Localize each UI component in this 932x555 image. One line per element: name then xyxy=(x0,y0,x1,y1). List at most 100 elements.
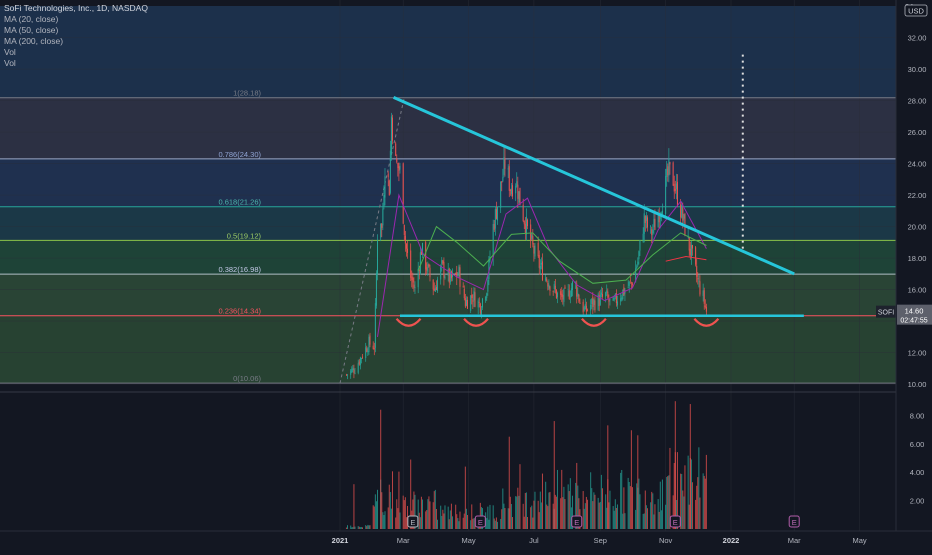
volume-bar xyxy=(354,526,356,529)
price-axis-tick: 24.00 xyxy=(908,160,927,169)
indicator-ma50[interactable]: MA (50, close) xyxy=(4,25,148,36)
candle-body xyxy=(666,168,668,177)
volume-bar xyxy=(376,489,378,529)
volume-bar xyxy=(455,504,457,529)
volume-bar xyxy=(440,505,442,529)
volume-bar xyxy=(601,488,603,529)
candle-body xyxy=(486,293,488,298)
fib-level-label: 0(10.06) xyxy=(233,374,261,383)
time-axis-tick: Jul xyxy=(529,536,539,545)
volume-bar xyxy=(605,494,607,529)
candle-body xyxy=(638,251,640,260)
chart-title[interactable]: SoFi Technologies, Inc., 1D, NASDAQ xyxy=(4,3,148,14)
candle-body xyxy=(435,286,437,291)
volume-bar xyxy=(443,513,445,529)
candle-body xyxy=(508,166,510,191)
volume-bar xyxy=(691,482,693,529)
volume-bar xyxy=(590,472,592,529)
volume-bar xyxy=(486,518,488,529)
candle-body xyxy=(691,245,693,249)
volume-bar xyxy=(667,476,669,529)
candle-body xyxy=(704,305,706,307)
candle-body xyxy=(516,181,518,187)
volume-bar xyxy=(620,472,622,529)
symbol-tag-label: SOFI xyxy=(878,310,894,317)
candle-body xyxy=(373,347,375,350)
volume-bar xyxy=(359,527,361,529)
candle-body xyxy=(631,283,633,285)
candle-body xyxy=(473,291,475,301)
candle-body xyxy=(668,158,670,176)
candle-body xyxy=(675,183,677,190)
volume-bar xyxy=(442,509,444,529)
fib-level-label: 0.5(19.12) xyxy=(227,231,262,240)
candle-body xyxy=(531,234,533,239)
candle-body xyxy=(367,351,369,353)
candle-body xyxy=(397,162,399,169)
candle-body xyxy=(533,245,535,254)
volume-bar xyxy=(646,508,648,529)
candle-body xyxy=(410,250,412,278)
volume-bar xyxy=(384,511,386,529)
candle-body xyxy=(600,292,602,295)
candle-body xyxy=(358,361,360,365)
volume-bar xyxy=(564,499,566,529)
candle-body xyxy=(444,276,446,279)
volume-bar xyxy=(554,494,556,529)
volume-bar xyxy=(472,518,474,529)
volume-bar xyxy=(642,513,644,529)
candle-body xyxy=(440,266,442,280)
volume-bar xyxy=(504,508,506,529)
candle-body xyxy=(502,177,504,182)
volume-bar xyxy=(466,514,468,529)
price-chart[interactable]: 1(28.18) 0.786(24.30) 0.618(21.26) 0.5(19.1… xyxy=(0,0,932,550)
candle-body xyxy=(569,296,571,298)
volume-bar xyxy=(660,510,662,529)
volume-bar xyxy=(585,496,587,529)
volume-bar xyxy=(690,459,692,529)
candle-body xyxy=(616,301,618,306)
candle-body xyxy=(593,299,595,305)
volume-bar xyxy=(705,454,707,529)
chart-root[interactable]: 1(28.18) 0.786(24.30) 0.618(21.26) 0.5(19.1… xyxy=(0,0,932,550)
volume-bar xyxy=(652,493,654,529)
candle-body xyxy=(350,370,352,375)
volume-bar xyxy=(548,492,550,529)
volume-bar xyxy=(435,509,437,529)
volume-bar xyxy=(418,512,420,529)
volume-bar xyxy=(594,494,596,529)
candle-body xyxy=(644,216,646,223)
price-axis-tick: 30.00 xyxy=(908,65,927,74)
indicator-ma200[interactable]: MA (200, close) xyxy=(4,36,148,47)
candle-body xyxy=(383,194,385,207)
candle-body xyxy=(357,363,359,373)
volume-bar xyxy=(530,507,532,529)
fib-level-label: 1(28.18) xyxy=(233,89,261,98)
indicator-ma20[interactable]: MA (20, close) xyxy=(4,14,148,25)
volume-bar xyxy=(508,436,510,529)
candle-body xyxy=(500,181,502,208)
volume-bar xyxy=(470,520,472,529)
volume-bar xyxy=(639,494,641,529)
volume-bar xyxy=(351,527,353,529)
candle-body xyxy=(534,245,536,257)
volume-bar xyxy=(391,471,393,529)
volume-bar xyxy=(390,508,392,529)
candle-body xyxy=(695,247,697,265)
volume-bar xyxy=(451,516,453,529)
volume-bar xyxy=(352,527,354,529)
candle-body xyxy=(427,264,429,273)
volume-bar xyxy=(545,481,547,529)
volume-bar xyxy=(494,520,496,529)
volume-bar xyxy=(350,525,352,529)
candle-body xyxy=(539,265,541,269)
indicator-vol[interactable]: Vol xyxy=(4,47,148,58)
indicator-vol[interactable]: Vol xyxy=(4,58,148,69)
volume-bar xyxy=(361,527,363,529)
earnings-marker-label: E xyxy=(574,518,579,527)
volume-bar xyxy=(522,503,524,529)
volume-bar xyxy=(583,508,585,529)
candle-body xyxy=(578,294,580,302)
candle-body xyxy=(346,374,348,376)
volume-bar xyxy=(383,515,385,529)
